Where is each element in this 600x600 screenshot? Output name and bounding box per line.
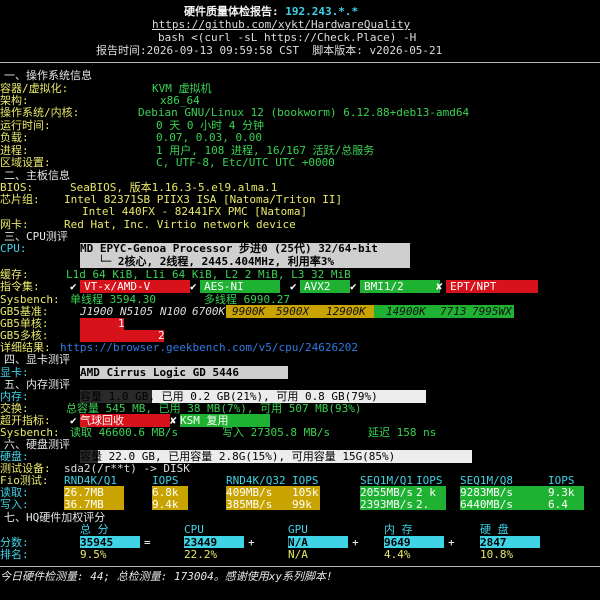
mem-sysbench-write: 写入 27305.8 MB/s <box>222 426 331 439</box>
gb5-single-value: 1 <box>118 317 125 330</box>
score-operator: + <box>448 536 455 549</box>
nic-value: Red Hat, Inc. Virtio network device <box>64 218 296 231</box>
os-row-value: C, UTF-8, Etc/UTC UTC +0000 <box>156 156 335 169</box>
score-col-header: GPU <box>288 523 308 536</box>
geekbench-link[interactable]: https://browser.geekbench.com/v5/cpu/246… <box>60 341 358 355</box>
rank-value: N/A <box>288 548 308 561</box>
isa-name: AVX2 <box>304 280 331 293</box>
mem-sysbench-read: 读取 46600.6 MB/s <box>70 426 179 439</box>
score-operator: + <box>248 536 255 549</box>
report-title-label: 硬件质量体检报告: <box>184 5 279 18</box>
gb5-tick: N5105 <box>120 305 154 318</box>
rank-value: 4.4% <box>384 548 411 561</box>
fio-cell: 6.4 <box>548 498 568 511</box>
gb5-tick: 7995WX <box>472 305 512 318</box>
gb5-tick: 5900X <box>276 305 310 318</box>
rank-row-label: 排名: <box>0 548 29 561</box>
isa-name: AES-NI <box>204 280 244 293</box>
isa-mark: ✔ <box>70 280 77 293</box>
version-label: 脚本版本: <box>312 44 363 57</box>
header-divider <box>0 62 600 63</box>
chipset-label: 芯片组: <box>0 193 40 206</box>
chipset-row: 芯片组: Intel 82371SB PIIX3 ISA [Natoma/Trit… <box>0 193 342 207</box>
fio-row-label: 写入: <box>0 498 29 511</box>
mem-sysbench-latency: 延迟 158 ns <box>368 426 437 439</box>
fio-cell: 385MB/s <box>226 498 273 511</box>
fio-cell: 6440MB/s <box>460 498 513 511</box>
score-operator: + <box>352 536 359 549</box>
isa-mark: ✔ <box>290 280 297 293</box>
fio-cell: 9.4k <box>152 498 179 511</box>
isa-mark: ✔ <box>350 280 357 293</box>
isa-name: EPT/NPT <box>450 280 497 293</box>
rank-value: 10.8% <box>480 548 514 561</box>
score-col-header: 硬 盘 <box>480 523 509 536</box>
report-meta: 报告时间:2026-09-13 09:59:58 CST 脚本版本: v2026… <box>96 44 443 58</box>
fio-cell: 36.7MB <box>64 498 104 511</box>
score-operator: = <box>144 536 151 549</box>
gb5-tick: J1900 <box>80 305 114 318</box>
isa-mark: ✔ <box>190 280 197 293</box>
version-value: v2026-05-21 <box>369 44 443 57</box>
isa-name: VT-x/AMD-V <box>84 280 151 293</box>
gb5-tick: 9900K <box>232 305 266 318</box>
terminal-window: 硬件质量体检报告: 192.243.*.* https://github.com… <box>0 0 600 600</box>
gb5-tick: N100 <box>160 305 187 318</box>
time-value: 2026-09-13 09:59:58 CST <box>146 44 299 57</box>
time-label: 报告时间: <box>96 44 147 57</box>
isa-mark: ✘ <box>436 280 443 293</box>
cpu-label: CPU: <box>0 242 27 255</box>
score-col-header: 总 分 <box>80 523 109 536</box>
rank-value: 9.5% <box>80 548 107 561</box>
footer-divider <box>0 566 600 567</box>
score-col-header: 内 存 <box>384 523 413 536</box>
gpu-value: AMD Cirrus Logic GD 5446 <box>80 366 239 379</box>
gb5-tick: 6700K <box>192 305 226 318</box>
fio-cell: 2393MB/s <box>360 498 413 511</box>
gb5-tick: 12900K <box>326 305 366 318</box>
gb5-tick: 14900K <box>386 305 426 318</box>
fio-cell: 2. <box>416 498 430 511</box>
fio-cell: 99k <box>292 498 312 511</box>
footer-stats: 今日硬件检测量: 44; 总检测量: 173004。感谢使用xy系列脚本! <box>0 570 333 583</box>
isa-name: BMI1/2 <box>364 280 404 293</box>
gb5-tick: 7713 <box>440 305 467 318</box>
ip-address: 192.243.*.* <box>285 5 359 18</box>
rank-value: 22.2% <box>184 548 218 561</box>
score-col-header: CPU <box>184 523 204 536</box>
